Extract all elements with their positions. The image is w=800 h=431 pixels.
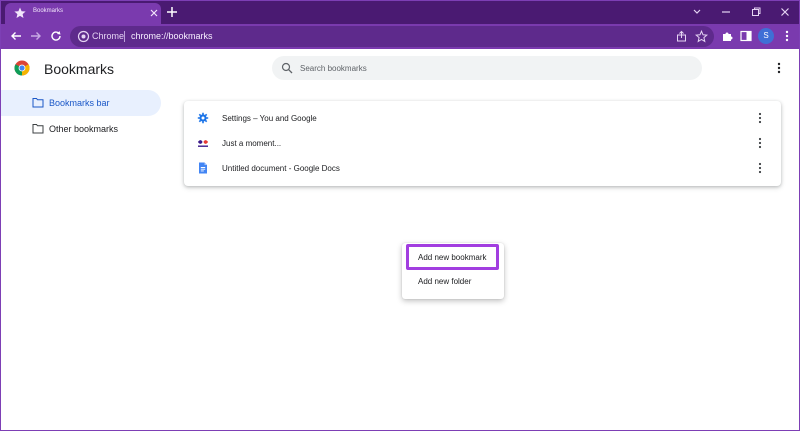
profile-avatar[interactable]: S <box>758 28 774 44</box>
bookmark-title: Untitled document - Google Docs <box>222 164 340 173</box>
browser-menu-icon[interactable] <box>780 29 794 43</box>
address-url: chrome://bookmarks <box>131 31 213 41</box>
bookmarks-page: Bookmarks Bookmarks bar <box>1 49 799 430</box>
forward-arrow-icon[interactable] <box>29 29 43 43</box>
search-icon <box>281 62 293 74</box>
sidebar-item-label: Other bookmarks <box>49 124 119 134</box>
window-close-icon[interactable] <box>778 5 792 19</box>
bookmark-list: Settings – You and Google Just a moment.… <box>184 101 781 186</box>
bookmark-title: Just a moment... <box>222 139 282 148</box>
address-bar[interactable]: Chrome chrome://bookmarks <box>70 26 714 47</box>
gear-icon <box>197 112 209 124</box>
folder-icon <box>32 124 44 134</box>
bookmark-title: Settings – You and Google <box>222 114 317 123</box>
bookmark-row[interactable]: Untitled document - Google Docs <box>184 156 781 181</box>
sidebar-item-other-bookmarks[interactable]: Other bookmarks <box>1 116 161 142</box>
bookmark-row[interactable]: Settings – You and Google <box>184 106 781 131</box>
chrome-logo-icon <box>14 60 30 76</box>
folder-icon <box>32 98 44 108</box>
share-icon[interactable] <box>675 30 688 43</box>
more-options-icon[interactable] <box>756 162 764 174</box>
docs-icon <box>199 162 207 174</box>
more-options-icon[interactable] <box>756 137 764 149</box>
reload-icon[interactable] <box>49 29 63 43</box>
search-input[interactable] <box>300 60 690 76</box>
page-title: Bookmarks <box>44 61 115 77</box>
bookmark-star-icon[interactable] <box>695 30 708 43</box>
address-separator <box>124 31 125 42</box>
menu-item-add-new-folder[interactable]: Add new folder <box>402 271 504 293</box>
close-icon[interactable] <box>149 8 159 18</box>
bookmark-row[interactable]: Just a moment... <box>184 131 781 156</box>
sidebar-item-label: Bookmarks bar <box>49 98 110 108</box>
page-more-options-icon[interactable] <box>774 61 784 75</box>
minimize-icon[interactable] <box>719 5 733 19</box>
star-icon <box>14 7 26 18</box>
tab-title: Bookmarks <box>33 8 64 14</box>
extensions-puzzle-icon[interactable] <box>720 29 734 43</box>
tab-bookmarks[interactable]: Bookmarks <box>5 3 161 24</box>
new-tab-plus-icon[interactable] <box>166 6 178 18</box>
side-panel-icon[interactable] <box>739 29 753 43</box>
highlight-box <box>406 244 499 270</box>
address-scheme-label: Chrome <box>92 31 125 41</box>
chrome-page-icon <box>77 30 90 43</box>
folder-sidebar: Bookmarks bar Other bookmarks <box>1 90 161 142</box>
site-favicon-icon <box>198 140 208 147</box>
restore-icon[interactable] <box>749 5 763 19</box>
browser-window: Bookmarks Chrome chrome://bookmarks S Bo… <box>0 0 800 431</box>
back-arrow-icon[interactable] <box>9 29 23 43</box>
tab-search-chevron-icon[interactable] <box>690 5 704 19</box>
menu-item-label: Add new folder <box>418 277 472 286</box>
search-box[interactable] <box>272 56 702 80</box>
browser-toolbar: Chrome chrome://bookmarks S <box>1 24 799 49</box>
tab-strip: Bookmarks <box>1 1 799 24</box>
sidebar-item-bookmarks-bar[interactable]: Bookmarks bar <box>1 90 161 116</box>
more-options-icon[interactable] <box>756 112 764 124</box>
